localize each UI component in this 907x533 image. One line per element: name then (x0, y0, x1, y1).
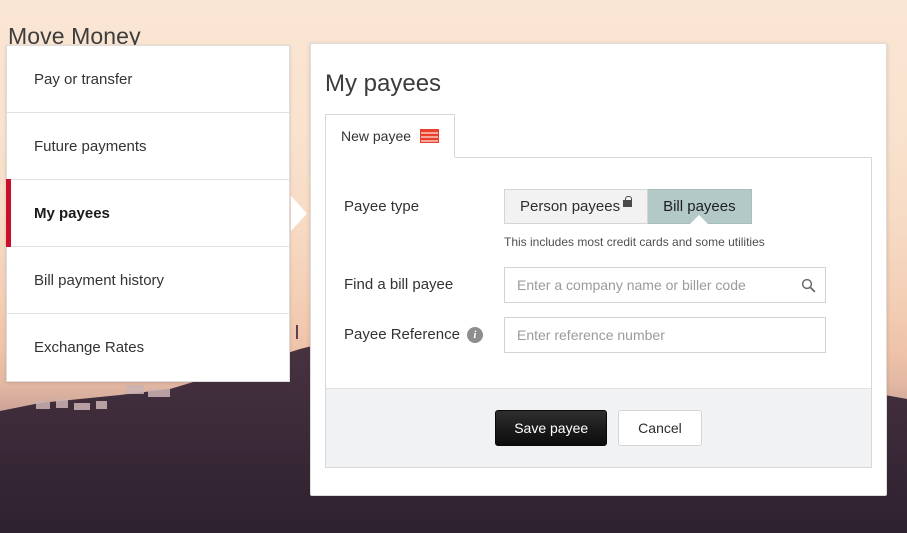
find-bill-payee-label: Find a bill payee (344, 276, 454, 293)
payee-type-hint: This includes most credit cards and some… (504, 235, 765, 249)
sidebar-item-pay-or-transfer[interactable]: Pay or transfer (7, 46, 289, 113)
sidebar-navigation: Pay or transfer Future payments My payee… (6, 45, 307, 382)
red-stripes-icon (420, 129, 440, 143)
payee-type-segmented-control: Person payees Bill payees (504, 189, 765, 224)
payee-reference-input-wrap (504, 317, 826, 353)
sidebar-item-label: Exchange Rates (34, 339, 145, 356)
payee-reference-input[interactable] (504, 317, 826, 353)
form-row-payee-type: Payee type Person payees Bill payees Thi… (326, 189, 871, 249)
sidebar-item-label: My payees (34, 204, 110, 222)
sidebar-item-label: Pay or transfer (34, 70, 133, 88)
main-content-panel: My payees New payee Payee type Person pa… (310, 43, 887, 496)
sidebar-item-bill-payment-history[interactable]: Bill payment history (7, 247, 289, 314)
payee-type-control: Person payees Bill payees This includes … (504, 189, 765, 249)
sidebar-item-label: Bill payment history (34, 271, 165, 289)
cancel-button[interactable]: Cancel (618, 410, 702, 446)
segment-label: Person payees (520, 198, 621, 215)
sidebar-item-future-payments[interactable]: Future payments (7, 113, 289, 180)
sidebar-item-exchange-rates[interactable]: Exchange Rates (7, 314, 289, 381)
save-payee-button[interactable]: Save payee (495, 410, 608, 446)
find-bill-payee-input-wrap (504, 267, 826, 303)
form-row-find-bill-payee: Find a bill payee (326, 267, 871, 303)
panel-heading: My payees (325, 70, 442, 97)
form-body: Payee type Person payees Bill payees Thi… (326, 158, 871, 388)
segment-label: Bill payees (663, 198, 736, 215)
new-payee-form-card: Payee type Person payees Bill payees Thi… (325, 157, 872, 468)
segment-bill-payees[interactable]: Bill payees (648, 189, 752, 224)
segment-person-payees[interactable]: Person payees (504, 189, 649, 224)
tab-strip: New payee (311, 114, 886, 158)
tab-label: New payee (341, 128, 412, 144)
sidebar-item-my-payees[interactable]: My payees (6, 179, 307, 247)
lock-icon (623, 196, 633, 207)
sidebar-item-label: Future payments (34, 137, 147, 155)
form-row-payee-reference: Payee Reference i (326, 317, 871, 353)
payee-type-label: Payee type (344, 198, 420, 215)
form-footer: Save payee Cancel (326, 388, 871, 467)
info-icon[interactable]: i (466, 326, 483, 343)
payee-reference-label: Payee Reference i (344, 317, 504, 343)
find-bill-payee-input[interactable] (504, 267, 826, 303)
tab-new-payee[interactable]: New payee (325, 114, 456, 158)
search-icon[interactable] (792, 268, 825, 302)
